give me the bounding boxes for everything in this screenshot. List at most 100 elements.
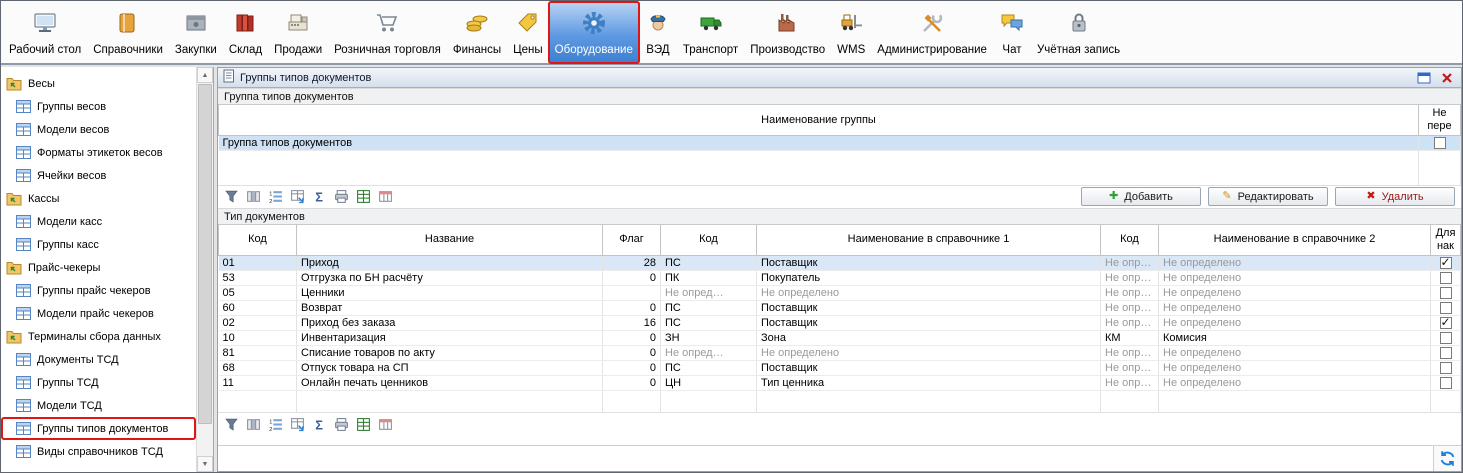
- checkbox[interactable]: [1440, 347, 1452, 359]
- tree-item-scale-cells[interactable]: Ячейки весов: [1, 164, 196, 187]
- numbered-list-icon[interactable]: 12: [266, 415, 285, 433]
- lock-icon: [1066, 4, 1092, 42]
- table-settings-icon[interactable]: [376, 188, 395, 206]
- toolbar-item-transport[interactable]: Транспорт: [677, 2, 744, 63]
- toolbar-item-warehouse[interactable]: Склад: [223, 2, 268, 63]
- type-table-row[interactable]: 60Возврат0ПСПоставщикНе опред…Не определ…: [219, 300, 1461, 315]
- column-header-code[interactable]: Код: [219, 225, 297, 256]
- edit-button[interactable]: ✎Редактировать: [1208, 187, 1328, 206]
- table-icon: [16, 215, 31, 228]
- svg-text:Σ: Σ: [315, 189, 323, 204]
- toolbar-item-wms[interactable]: WMS: [831, 2, 871, 63]
- column-header-flag[interactable]: Флаг: [603, 225, 661, 256]
- tree-item-tsd-documents[interactable]: Документы ТСД: [1, 348, 196, 371]
- toolbar-item-desktop[interactable]: Рабочий стол: [3, 2, 87, 63]
- column-header-ref2-code[interactable]: Код: [1101, 225, 1159, 256]
- column-header-no-transfer[interactable]: Не пере: [1419, 105, 1461, 136]
- numbered-list-icon[interactable]: 12: [266, 188, 285, 206]
- filter-funnel-icon[interactable]: [222, 415, 241, 433]
- toolbar-item-finance[interactable]: Финансы: [447, 2, 507, 63]
- scroll-up-button[interactable]: ▲: [197, 67, 213, 83]
- column-header-ref2-name[interactable]: Наименование в справочнике 2: [1159, 225, 1431, 256]
- group-table-row[interactable]: Группа типов документов: [219, 136, 1461, 151]
- close-button[interactable]: [1438, 70, 1456, 86]
- filter-funnel-icon[interactable]: [222, 188, 241, 206]
- sidebar-scrollbar[interactable]: ▲ ▼: [196, 67, 213, 472]
- checkbox[interactable]: [1440, 332, 1452, 344]
- toolbar-item-sales[interactable]: Продажи: [268, 2, 328, 63]
- maximize-button[interactable]: [1415, 70, 1433, 86]
- column-header-ref1-code[interactable]: Код: [661, 225, 757, 256]
- type-table-row[interactable]: 01Приход28ПСПоставщикНе опред…Не определ…: [219, 255, 1461, 270]
- print-icon[interactable]: [332, 415, 351, 433]
- type-table-row[interactable]: 02Приход без заказа16ПСПоставщикНе опред…: [219, 315, 1461, 330]
- checkbox[interactable]: [1440, 302, 1452, 314]
- type-table-row[interactable]: 53Отгрузка по БН расчёту0ПКПокупательНе …: [219, 270, 1461, 285]
- print-icon[interactable]: [332, 188, 351, 206]
- gear-icon: [581, 4, 607, 42]
- type-table-row[interactable]: 05ЦенникиНе опред…Не определеноНе опред……: [219, 285, 1461, 300]
- type-table-row[interactable]: 11Онлайн печать ценников0ЦНТип ценникаНе…: [219, 375, 1461, 390]
- tree-item-cashbox-groups[interactable]: Группы касс: [1, 233, 196, 256]
- purchases-box-icon: [183, 4, 209, 42]
- grid-icon[interactable]: [244, 415, 263, 433]
- toolbar-item-ved[interactable]: ВЭД: [639, 2, 677, 63]
- tree-group-scales[interactable]: Весы: [1, 72, 196, 95]
- cell-for-invoice: [1431, 360, 1461, 375]
- tree-item-document-type-groups[interactable]: Группы типов документов: [1, 417, 196, 440]
- sum-icon[interactable]: Σ: [310, 188, 329, 206]
- cell-ref1-code: ПК: [661, 270, 757, 285]
- grid-icon[interactable]: [244, 188, 263, 206]
- tree-item-cashbox-models[interactable]: Модели касс: [1, 210, 196, 233]
- tree-item-label: Виды справочников ТСД: [37, 446, 163, 458]
- toolbar-item-purchases[interactable]: Закупки: [169, 2, 223, 63]
- column-header-for-invoice[interactable]: Для нак: [1431, 225, 1461, 256]
- toolbar-item-prices[interactable]: Цены: [507, 2, 549, 63]
- toolbar-item-equipment[interactable]: Оборудование: [549, 2, 639, 63]
- checkbox[interactable]: [1440, 317, 1452, 329]
- scroll-track[interactable]: [197, 425, 213, 456]
- checkbox[interactable]: [1440, 257, 1452, 269]
- tree-group-data-terminals[interactable]: Терминалы сбора данных: [1, 325, 196, 348]
- toolbar-item-retail[interactable]: Розничная торговля: [328, 2, 447, 63]
- tree-item-tsd-models[interactable]: Модели ТСД: [1, 394, 196, 417]
- toolbar-item-administration[interactable]: Администрирование: [871, 2, 993, 63]
- excel-icon[interactable]: [354, 415, 373, 433]
- tree-item-price-checker-models[interactable]: Модели прайс чекеров: [1, 302, 196, 325]
- table-export-icon[interactable]: [288, 188, 307, 206]
- refresh-button[interactable]: [1433, 446, 1461, 471]
- table-export-icon[interactable]: [288, 415, 307, 433]
- sum-icon[interactable]: Σ: [310, 415, 329, 433]
- tree-item-scale-label-formats[interactable]: Форматы этикеток весов: [1, 141, 196, 164]
- tree-item-tsd-groups[interactable]: Группы ТСД: [1, 371, 196, 394]
- checkbox[interactable]: [1440, 362, 1452, 374]
- excel-icon[interactable]: [354, 188, 373, 206]
- toolbar-item-account[interactable]: Учётная запись: [1031, 2, 1126, 63]
- scroll-thumb[interactable]: [198, 84, 212, 424]
- checkbox[interactable]: [1440, 272, 1452, 284]
- column-header-group-name[interactable]: Наименование группы: [219, 105, 1419, 136]
- checkbox[interactable]: [1440, 287, 1452, 299]
- type-table-row[interactable]: 68Отпуск товара на СП0ПСПоставщикНе опре…: [219, 360, 1461, 375]
- type-table-row[interactable]: 81Списание товаров по акту0Не опред…Не о…: [219, 345, 1461, 360]
- tree-group-price-checkers[interactable]: Прайс-чекеры: [1, 256, 196, 279]
- tree-item-scale-models[interactable]: Модели весов: [1, 118, 196, 141]
- tree-item-price-checker-groups[interactable]: Группы прайс чекеров: [1, 279, 196, 302]
- tree-item-tsd-reference-kinds[interactable]: Виды справочников ТСД: [1, 440, 196, 463]
- type-table-row[interactable]: 10Инвентаризация0ЗНЗонаКМКомисия: [219, 330, 1461, 345]
- column-header-name[interactable]: Название: [297, 225, 603, 256]
- tree-item-scale-groups[interactable]: Группы весов: [1, 95, 196, 118]
- delete-button[interactable]: ✖Удалить: [1335, 187, 1455, 206]
- empty-cell: [1159, 390, 1431, 412]
- column-header-ref1-name[interactable]: Наименование в справочнике 1: [757, 225, 1101, 256]
- toolbar-item-references[interactable]: Справочники: [87, 2, 169, 63]
- table-settings-icon[interactable]: [376, 415, 395, 433]
- scroll-down-button[interactable]: ▼: [197, 456, 213, 472]
- checkbox[interactable]: [1434, 137, 1446, 149]
- checkbox[interactable]: [1440, 377, 1452, 389]
- add-button[interactable]: ✚Добавить: [1081, 187, 1201, 206]
- tree-group-cashboxes[interactable]: Кассы: [1, 187, 196, 210]
- toolbar-item-production[interactable]: Производство: [744, 2, 831, 63]
- toolbar-item-chat[interactable]: Чат: [993, 2, 1031, 63]
- cell-ref2-name: Не определено: [1159, 285, 1431, 300]
